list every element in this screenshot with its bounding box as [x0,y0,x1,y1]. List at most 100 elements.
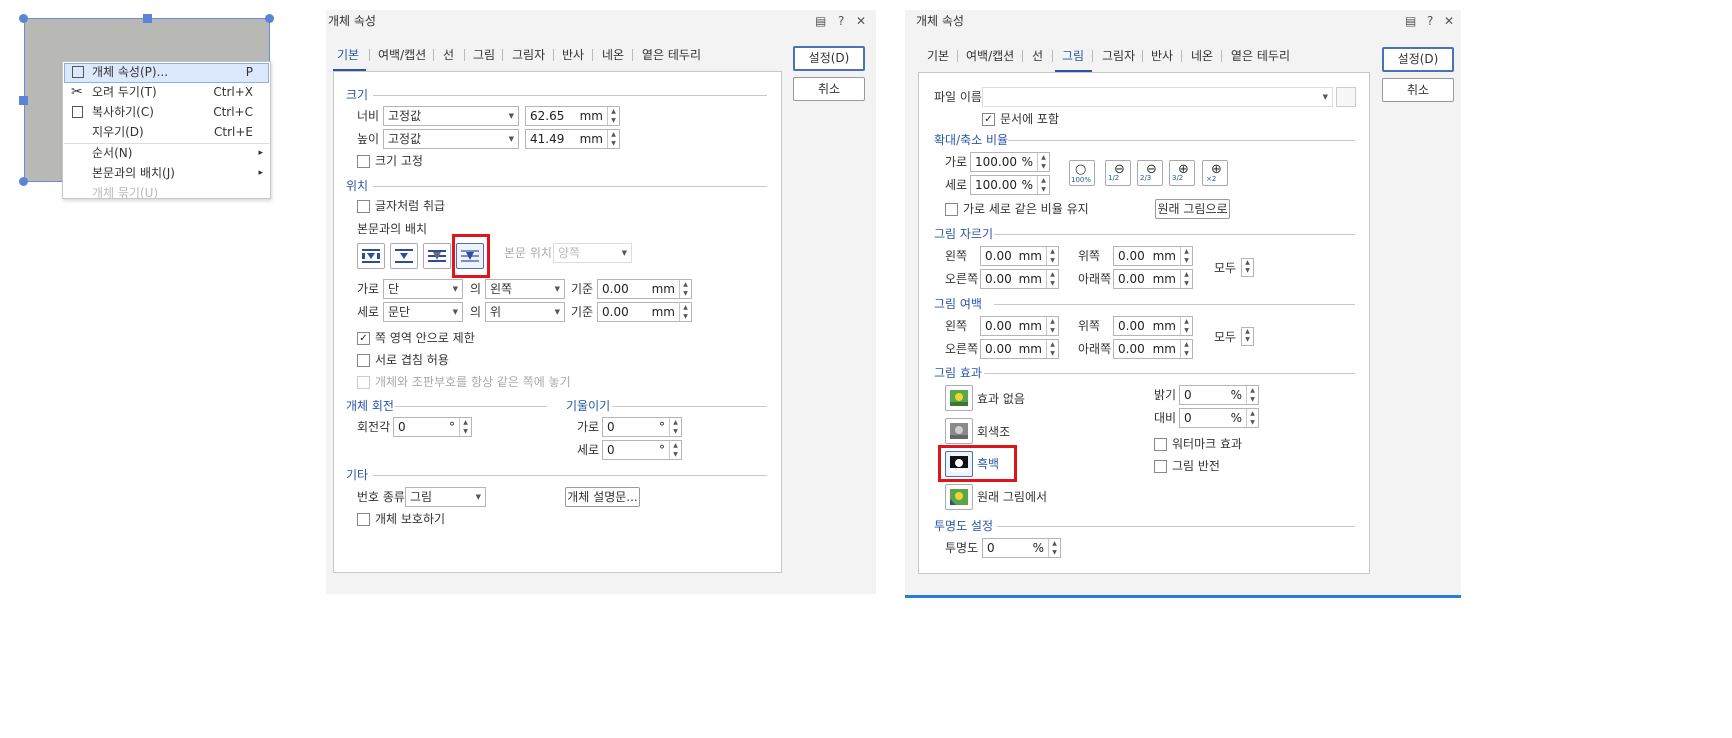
tab-neon[interactable]: 네온 [602,47,624,63]
spinner[interactable]: ▲ ▼ [679,280,691,298]
crop-bottom-input[interactable]: 0.00 mm ▲ ▼ [1113,269,1193,289]
cancel-button[interactable]: 취소 [1382,78,1454,102]
limit-page-checkbox[interactable]: ✓ [357,332,370,345]
tab-soft-edge[interactable]: 옅은 테두리 [1231,48,1290,64]
effect-gray-button[interactable] [945,418,973,444]
cancel-button[interactable]: 취소 [793,77,865,101]
tab-neon[interactable]: 네온 [1191,48,1213,64]
wrap-behind-button[interactable] [423,243,451,269]
menu-item-cut[interactable]: ✂ 오려 두기(T) Ctrl+X [64,82,269,102]
resize-handle[interactable] [143,14,152,23]
tab-basic[interactable]: 기본 [927,48,949,64]
spinner[interactable]: ▲ ▼ [1180,270,1192,288]
spinner[interactable]: ▲ ▼ [1046,247,1058,265]
spinner[interactable]: ▲ ▼ [1048,539,1060,557]
angle-input[interactable]: 0 ° ▲ ▼ [393,417,472,437]
crop-all-spinner[interactable]: ▲ ▼ [1241,258,1254,277]
tab-reflect[interactable]: 반사 [1151,48,1173,64]
transparency-input[interactable]: 0% ▲ ▼ [982,538,1061,558]
margin-all-spinner[interactable]: ▲ ▼ [1241,327,1254,346]
zoom-100-button[interactable]: ○ 100% [1069,160,1095,186]
margin-top-input[interactable]: 0.00 mm ▲ ▼ [1113,316,1193,336]
resize-handle[interactable] [265,14,274,23]
resize-handle[interactable] [19,96,28,105]
same-page-checkbox[interactable] [357,376,370,389]
help-icon[interactable]: ? [838,14,844,28]
tab-soft-edge[interactable]: 옅은 테두리 [642,47,701,63]
crop-top-input[interactable]: 0.00 mm ▲ ▼ [1113,246,1193,266]
h-align-select[interactable]: 왼쪽 ▼ [485,279,565,299]
spinner[interactable]: ▲ ▼ [679,303,691,321]
crop-right-input[interactable]: 0.00 mm ▲ ▼ [980,269,1059,289]
allow-overlap-checkbox[interactable] [357,354,370,367]
height-mode-select[interactable]: 고정값 ▼ [383,129,519,149]
width-input[interactable]: 62.65 mm ▲ ▼ [525,106,620,126]
spinner[interactable]: ▲ ▼ [669,418,681,436]
treat-as-char-checkbox[interactable] [357,200,370,213]
spinner[interactable]: ▲ ▼ [1037,176,1049,194]
help-icon[interactable]: ? [1427,14,1433,28]
zoom-twothird-button[interactable]: ⊖ 2/3 [1137,160,1163,186]
v-relative-select[interactable]: 문단 ▼ [383,302,463,322]
effect-none-button[interactable] [945,385,973,411]
spinner[interactable]: ▲ ▼ [1046,340,1058,358]
tab-line[interactable]: 선 [1032,48,1043,64]
spinner[interactable]: ▲ ▼ [1180,317,1192,335]
original-size-button[interactable]: 원래 그림으로 [1155,199,1230,219]
spinner[interactable]: ▲ ▼ [607,107,619,125]
description-button[interactable]: 개체 설명문... [565,487,640,507]
folder-icon[interactable] [1336,87,1356,107]
brightness-input[interactable]: 0% ▲ ▼ [1179,385,1259,405]
tab-picture[interactable]: 그림 [473,47,495,63]
tab-reflect[interactable]: 반사 [562,47,584,63]
height-input[interactable]: 41.49 mm ▲ ▼ [525,129,620,149]
v-offset-input[interactable]: 0.00 mm ▲ ▼ [597,302,692,322]
resize-handle[interactable] [19,177,28,186]
ok-button[interactable]: 설정(D) [793,46,865,71]
resize-handle[interactable] [19,14,28,23]
spinner[interactable]: ▲ ▼ [1046,317,1058,335]
spinner[interactable]: ▲ ▼ [1037,153,1049,171]
menu-item-wrap[interactable]: 본문과의 배치(J) ▸ [64,163,269,183]
zoom-half-button[interactable]: ⊖ 1/2 [1105,160,1131,186]
scale-v-input[interactable]: 100.00% ▲ ▼ [970,175,1050,195]
skew-h-input[interactable]: 0 ° ▲ ▼ [602,417,682,437]
margin-right-input[interactable]: 0.00 mm ▲ ▼ [980,339,1059,359]
wrap-square-button[interactable] [357,243,385,269]
spinner[interactable]: ▲ ▼ [1246,386,1258,404]
effect-orig-button[interactable] [945,484,973,510]
watermark-checkbox[interactable] [1154,438,1167,451]
tab-margin[interactable]: 여백/캡션 [966,48,1014,64]
menu-item-properties[interactable]: 개체 속성(P)... P [64,62,269,82]
contrast-input[interactable]: 0% ▲ ▼ [1179,408,1259,428]
chat-icon[interactable]: ▤ [1405,14,1416,28]
ok-button[interactable]: 설정(D) [1382,47,1454,72]
zoom-threehalf-button[interactable]: ⊕ 3/2 [1169,160,1195,186]
close-icon[interactable]: ✕ [1444,14,1454,28]
menu-item-group[interactable]: 개체 묶기(U) [64,183,269,199]
keep-ratio-checkbox[interactable] [945,203,958,216]
width-mode-select[interactable]: 고정값 ▼ [383,106,519,126]
tab-basic[interactable]: 기본 [337,47,359,63]
tab-picture[interactable]: 그림 [1062,48,1084,64]
spinner[interactable]: ▲ ▼ [1180,247,1192,265]
spinner[interactable]: ▲ ▼ [459,418,471,436]
chat-icon[interactable]: ▤ [815,14,826,28]
zoom-double-button[interactable]: ⊕ ×2 [1202,160,1228,186]
close-icon[interactable]: ✕ [856,14,866,28]
wrap-topbottom-button[interactable] [390,243,418,269]
spinner[interactable]: ▲ ▼ [1180,340,1192,358]
tab-shadow[interactable]: 그림자 [1102,48,1135,64]
file-name-select[interactable]: ▼ [982,87,1333,107]
h-relative-select[interactable]: 단 ▼ [383,279,463,299]
tab-margin[interactable]: 여백/캡션 [378,47,426,63]
body-pos-select[interactable]: 양쪽 ▼ [553,243,632,263]
menu-item-order[interactable]: 순서(N) ▸ [64,143,269,163]
crop-left-input[interactable]: 0.00 mm ▲ ▼ [980,246,1059,266]
spinner[interactable]: ▲ ▼ [669,441,681,459]
spinner[interactable]: ▲ ▼ [1246,409,1258,427]
margin-left-input[interactable]: 0.00 mm ▲ ▼ [980,316,1059,336]
tab-shadow[interactable]: 그림자 [512,47,545,63]
spinner[interactable]: ▲ ▼ [607,130,619,148]
skew-v-input[interactable]: 0 ° ▲ ▼ [602,440,682,460]
